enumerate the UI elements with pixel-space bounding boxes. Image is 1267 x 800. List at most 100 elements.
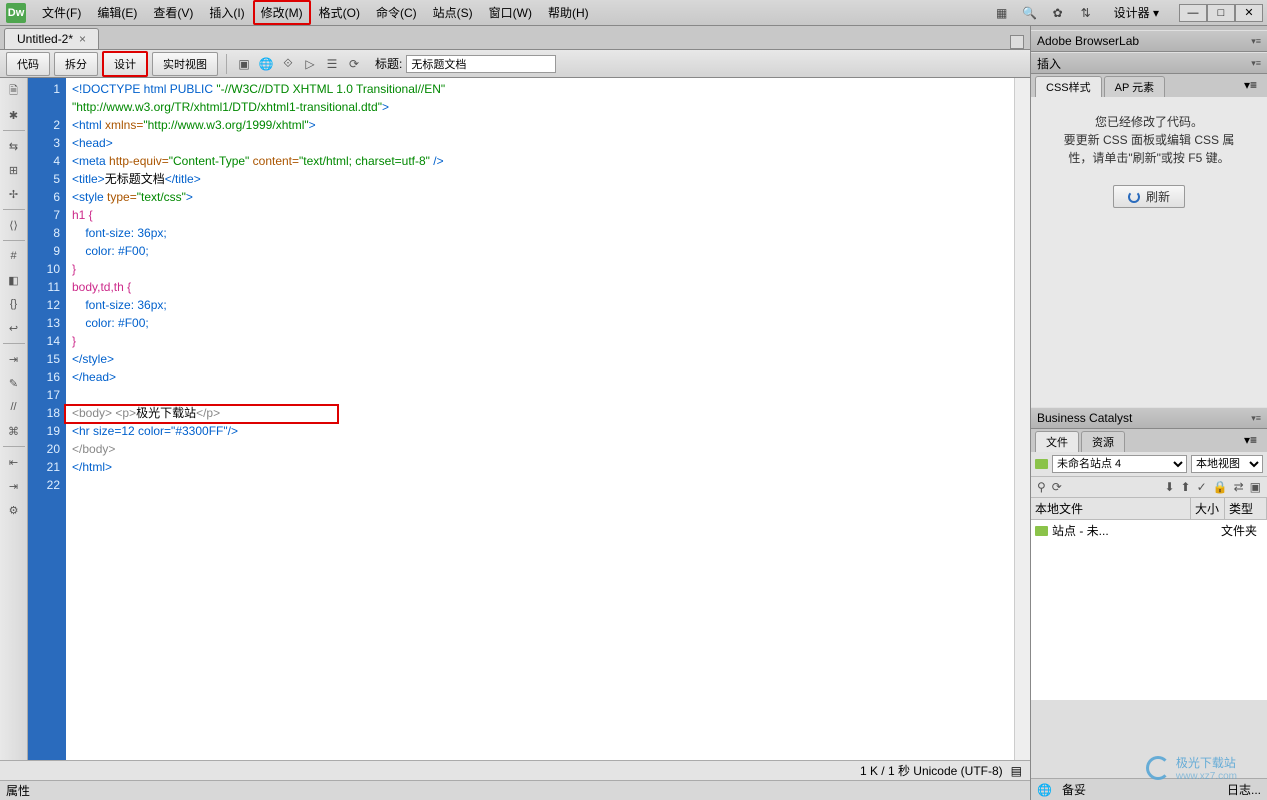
files-panel-tabs: 文件 资源 ▾≡ (1031, 429, 1267, 452)
watermark: 极光下载站 www.xz7.com (1146, 754, 1237, 782)
log-link[interactable]: 日志... (1227, 781, 1261, 798)
line-num-icon[interactable]: # (5, 247, 23, 265)
wrap-icon[interactable]: ✱ (5, 106, 23, 124)
balanced-icon[interactable]: ⟨⟩ (5, 216, 23, 234)
connect-icon[interactable]: ⚲ (1037, 480, 1046, 494)
inspect-icon[interactable]: ⟐ (279, 55, 297, 73)
menu-item[interactable]: 插入(I) (201, 0, 252, 25)
vertical-scrollbar[interactable] (1014, 78, 1030, 760)
code-vertical-toolbar: 🗎 ✱ ⇆ ⊞ ✢ ⟨⟩ # ◧ {} ↩ ⇥ ✎ // ⌘ ⇤ ⇥ (0, 78, 28, 760)
menu-item[interactable]: 站点(S) (425, 0, 481, 25)
code-view-button[interactable]: 代码 (6, 52, 50, 76)
source-code[interactable]: <!DOCTYPE html PUBLIC "-//W3C//DTD XHTML… (66, 78, 1014, 760)
refresh-spin-icon (1128, 191, 1140, 203)
app-logo: Dw (6, 3, 26, 23)
business-catalyst-header[interactable]: Business Catalyst▾≡ (1031, 407, 1267, 429)
status-menu-icon[interactable]: ▤ (1011, 764, 1022, 778)
title-bar: Dw 文件(F)编辑(E)查看(V)插入(I)修改(M)格式(O)命令(C)站点… (0, 0, 1267, 26)
title-input[interactable] (406, 55, 556, 73)
refresh-files-icon[interactable]: ⟳ (1052, 480, 1062, 494)
comment-icon[interactable]: // (5, 398, 23, 416)
css-panel-body: 您已经修改了代码。 要更新 CSS 面板或编辑 CSS 属 性，请单击"刷新"或… (1031, 97, 1267, 407)
globe-icon[interactable]: 🌐 (257, 55, 275, 73)
checkout-icon[interactable]: ✓ (1197, 480, 1207, 494)
ap-elements-tab[interactable]: AP 元素 (1104, 76, 1166, 97)
collapse-icon[interactable]: ⇆ (5, 137, 23, 155)
close-tab-icon[interactable]: × (79, 32, 86, 46)
live-view-button[interactable]: 实时视图 (152, 52, 218, 76)
col-localfile[interactable]: 本地文件 (1031, 498, 1191, 519)
file-type: 文件夹 (1221, 522, 1263, 539)
expand-icon[interactable]: ⊞ (5, 161, 23, 179)
css-msg-line2: 要更新 CSS 面板或编辑 CSS 属 (1047, 131, 1251, 149)
css-panel-tabs: CSS样式 AP 元素 ▾≡ (1031, 74, 1267, 97)
menu-item[interactable]: 文件(F) (34, 0, 89, 25)
panels-dock: Adobe BrowserLab▾≡ 插入▾≡ CSS样式 AP 元素 ▾≡ 您… (1030, 26, 1267, 800)
minimize-button[interactable]: — (1179, 4, 1207, 22)
assets-tab[interactable]: 资源 (1081, 431, 1125, 452)
menu-item[interactable]: 帮助(H) (540, 0, 597, 25)
refresh-button[interactable]: 刷新 (1113, 185, 1185, 208)
get-icon[interactable]: ⬇ (1164, 480, 1174, 494)
code-editor[interactable]: 12345678910111213141516171819202122 <!DO… (28, 78, 1014, 760)
search-icon[interactable]: 🔍 (1022, 5, 1038, 21)
snippet-icon[interactable]: ✎ (5, 374, 23, 392)
sync-icon[interactable]: ⇅ (1078, 5, 1094, 21)
select-parent-icon[interactable]: ✢ (5, 185, 23, 203)
restore-doc-icon[interactable] (1010, 35, 1024, 49)
design-view-button[interactable]: 设计 (102, 51, 148, 77)
site-select[interactable]: 未命名站点 4 (1052, 455, 1187, 473)
document-tab-label: Untitled-2* (17, 32, 73, 46)
menu-item[interactable]: 命令(C) (368, 0, 425, 25)
file-list[interactable]: 站点 - 未... 文件夹 (1031, 520, 1267, 700)
outdent2-icon[interactable]: ⇤ (5, 453, 23, 471)
watermark-logo-icon (1146, 756, 1170, 780)
maximize-button[interactable]: □ (1207, 4, 1235, 22)
refresh-icon[interactable]: ⟳ (345, 55, 363, 73)
recent-icon[interactable]: ⌘ (5, 422, 23, 440)
close-button[interactable]: ✕ (1235, 4, 1263, 22)
options-icon[interactable]: ☰ (323, 55, 341, 73)
files-tab[interactable]: 文件 (1035, 431, 1079, 452)
ready-label: 备妥 (1062, 781, 1086, 798)
browse-icon[interactable]: ▣ (235, 55, 253, 73)
menu-item[interactable]: 窗口(W) (481, 0, 540, 25)
view-select[interactable]: 本地视图 (1191, 455, 1263, 473)
word-wrap-icon[interactable]: ↩ (5, 319, 23, 337)
css-msg-line3: 性，请单击"刷新"或按 F5 键。 (1047, 149, 1251, 167)
menu-item[interactable]: 格式(O) (311, 0, 368, 25)
site-folder-icon (1035, 526, 1048, 536)
workspace-label[interactable]: 设计器 ▾ (1106, 2, 1167, 23)
document-tab[interactable]: Untitled-2* × (4, 28, 99, 49)
checkin-icon[interactable]: 🔒 (1213, 480, 1228, 494)
expand-files-icon[interactable]: ▣ (1250, 480, 1261, 494)
col-size[interactable]: 大小 (1191, 498, 1225, 519)
document-toolbar: 代码 拆分 设计 实时视图 ▣ 🌐 ⟐ ▷ ☰ ⟳ 标题: (0, 50, 1030, 78)
indent-icon[interactable]: ⇥ (5, 350, 23, 368)
play-icon[interactable]: ▷ (301, 55, 319, 73)
format-icon[interactable]: ⚙ (5, 501, 23, 519)
indent2-icon[interactable]: ⇥ (5, 477, 23, 495)
browserlab-panel-header[interactable]: Adobe BrowserLab▾≡ (1031, 30, 1267, 52)
properties-bar[interactable]: 属性 (0, 780, 1030, 800)
menu-item[interactable]: 编辑(E) (89, 0, 145, 25)
col-type[interactable]: 类型 (1225, 498, 1267, 519)
main-menu: 文件(F)编辑(E)查看(V)插入(I)修改(M)格式(O)命令(C)站点(S)… (34, 0, 597, 25)
ready-icon: 🌐 (1037, 783, 1052, 797)
properties-label: 属性 (6, 782, 30, 799)
put-icon[interactable]: ⬆ (1181, 480, 1191, 494)
extend-icon[interactable]: ✿ (1050, 5, 1066, 21)
syntax-icon[interactable]: {} (5, 295, 23, 313)
file-row[interactable]: 站点 - 未... 文件夹 (1031, 520, 1267, 541)
sync-files-icon[interactable]: ⇄ (1234, 480, 1244, 494)
open-docs-icon[interactable]: 🗎 (5, 82, 23, 100)
css-msg-line1: 您已经修改了代码。 (1047, 113, 1251, 131)
layout-icon[interactable]: ▦ (994, 5, 1010, 21)
highlight-icon[interactable]: ◧ (5, 271, 23, 289)
split-view-button[interactable]: 拆分 (54, 52, 98, 76)
menu-item[interactable]: 查看(V) (145, 0, 201, 25)
menu-item[interactable]: 修改(M) (253, 0, 311, 25)
encoding-status: 1 K / 1 秒 Unicode (UTF-8) (860, 762, 1003, 779)
css-styles-tab[interactable]: CSS样式 (1035, 76, 1102, 97)
insert-panel-header[interactable]: 插入▾≡ (1031, 52, 1267, 74)
